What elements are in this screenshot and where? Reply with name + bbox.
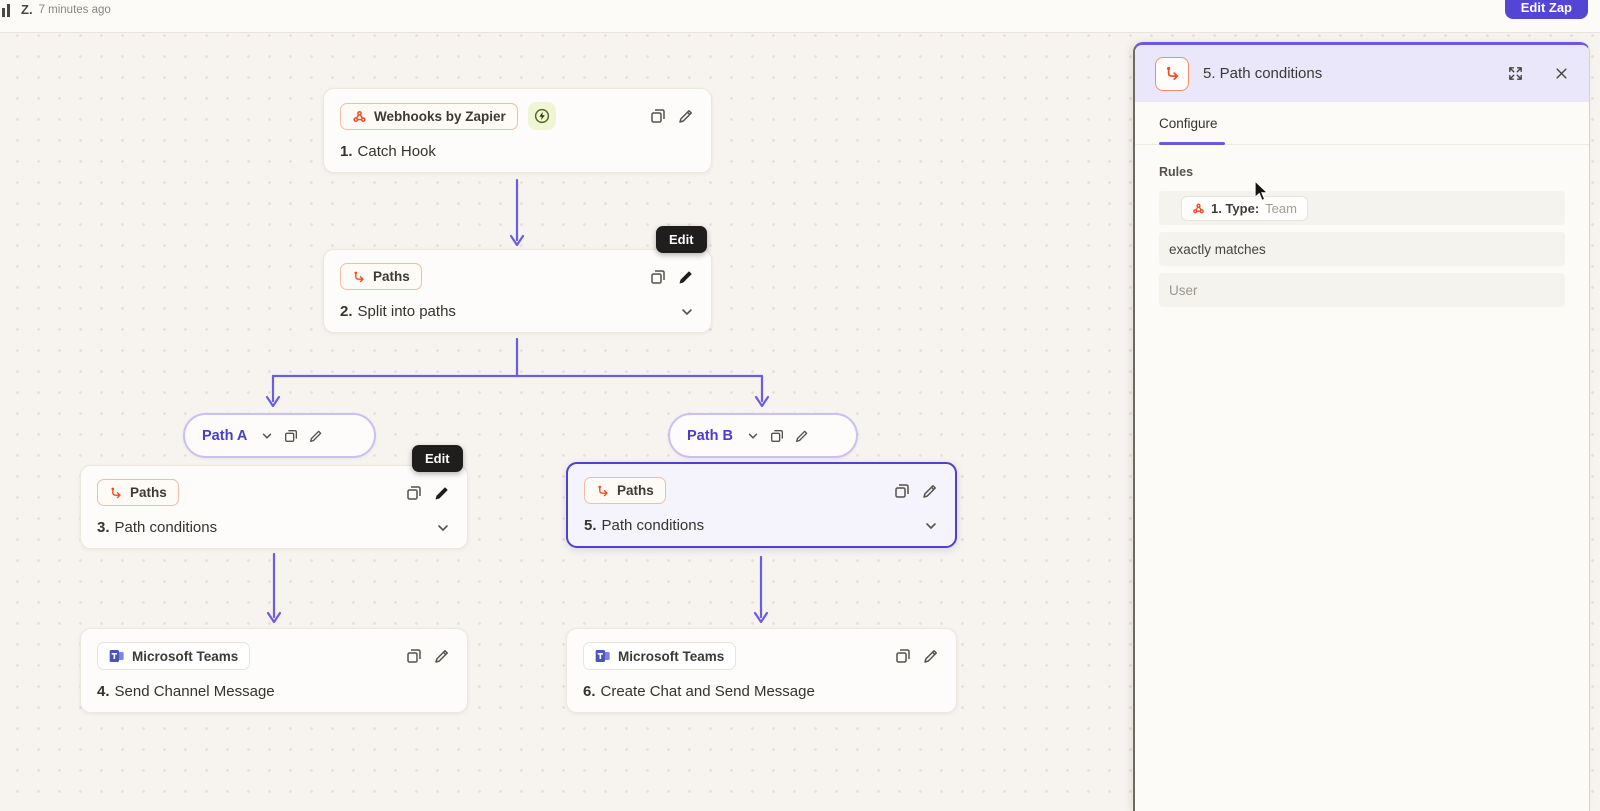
step-title: 3. Path conditions: [97, 519, 451, 536]
step-title: 5. Path conditions: [584, 517, 939, 534]
chevron-down-icon[interactable]: [679, 304, 695, 324]
expand-icon[interactable]: [1507, 65, 1524, 82]
rules-label: Rules: [1159, 165, 1194, 179]
close-icon[interactable]: [1554, 66, 1569, 81]
webhook-icon: [1192, 202, 1205, 215]
chevron-down-icon[interactable]: [260, 429, 274, 443]
zap-editor-screen: Z. 7 minutes ago Edit Zap Webhooks by Za…: [0, 0, 1600, 811]
step-title: 1. Catch Hook: [340, 143, 695, 160]
step-title-text: Create Chat and Send Message: [600, 683, 815, 700]
app-badge-paths[interactable]: Paths: [584, 477, 666, 504]
active-tab-underline: [1159, 142, 1225, 145]
step-number: 5.: [584, 517, 597, 534]
copy-icon[interactable]: [283, 428, 299, 444]
edit-tooltip: Edit: [656, 226, 707, 253]
paths-icon: [352, 270, 366, 284]
step-title-text: Send Channel Message: [114, 683, 275, 700]
step-title: 2. Split into paths: [340, 303, 695, 320]
last-edited-time: 7 minutes ago: [38, 3, 111, 16]
app-badge-label: Microsoft Teams: [132, 648, 239, 664]
step-title: 6. Create Chat and Send Message: [583, 683, 940, 700]
step-node-5-path-conditions[interactable]: Paths 5. Path conditions: [566, 462, 957, 548]
edit-pencil-icon[interactable]: [677, 107, 695, 125]
panel-tabs: Configure: [1135, 102, 1589, 145]
panel-header: 5. Path conditions: [1135, 45, 1589, 102]
edit-tooltip: Edit: [412, 445, 463, 472]
path-b-pill[interactable]: Path B: [668, 413, 858, 458]
edit-pencil-icon[interactable]: [794, 428, 810, 444]
rule-field-label: 1. Type:: [1211, 200, 1260, 216]
app-badge-webhooks[interactable]: Webhooks by Zapier: [340, 102, 518, 130]
chevron-down-icon[interactable]: [923, 518, 939, 538]
paths-icon: [1155, 56, 1189, 91]
rule-operator-row[interactable]: exactly matches: [1159, 232, 1565, 266]
edit-pencil-icon[interactable]: [433, 647, 451, 665]
copy-icon[interactable]: [649, 107, 667, 125]
panel-body: Rules 1. Type: Team exactly matches User: [1135, 145, 1589, 334]
rule-field-value: Team: [1265, 200, 1297, 216]
rule-value-text: User: [1169, 282, 1198, 298]
path-a-pill[interactable]: Path A: [183, 413, 376, 458]
microsoft-teams-icon: [109, 648, 125, 664]
tab-configure[interactable]: Configure: [1159, 116, 1218, 131]
app-badge-label: Microsoft Teams: [618, 648, 725, 664]
topbar: Z. 7 minutes ago Edit Zap: [0, 0, 1600, 33]
step-number: 4.: [97, 683, 110, 700]
chevron-down-icon[interactable]: [435, 520, 451, 540]
rule-field-row[interactable]: 1. Type: Team: [1159, 191, 1565, 225]
rule-operator-text: exactly matches: [1169, 241, 1266, 257]
step-title: 4. Send Channel Message: [97, 683, 451, 700]
rule-field-chip[interactable]: 1. Type: Team: [1181, 195, 1308, 221]
edit-pencil-icon[interactable]: [677, 268, 695, 286]
path-label: Path B: [687, 427, 733, 444]
app-badge-paths[interactable]: Paths: [97, 479, 179, 506]
zap-status: Z. 7 minutes ago: [0, 0, 111, 17]
step-number: 1.: [340, 143, 353, 160]
edit-pencil-icon[interactable]: [921, 482, 939, 500]
copy-icon[interactable]: [769, 428, 785, 444]
paths-icon: [109, 486, 123, 500]
copy-icon[interactable]: [405, 647, 423, 665]
step-number: 3.: [97, 519, 110, 536]
app-badge-label: Paths: [617, 483, 654, 498]
step-title-text: Split into paths: [357, 303, 456, 320]
copy-icon[interactable]: [649, 268, 667, 286]
bar-chart-icon: [2, 3, 15, 17]
app-badge-label: Paths: [130, 485, 167, 500]
paths-icon: [596, 484, 610, 498]
path-label: Path A: [202, 427, 248, 444]
zap-name-fragment: Z.: [21, 2, 33, 17]
step-number: 2.: [340, 303, 353, 320]
step-title-text: Catch Hook: [357, 143, 436, 160]
step-number: 6.: [583, 683, 596, 700]
edit-pencil-icon[interactable]: [308, 428, 324, 444]
copy-icon[interactable]: [893, 482, 911, 500]
app-badge-microsoft-teams[interactable]: Microsoft Teams: [583, 642, 737, 670]
app-badge-microsoft-teams[interactable]: Microsoft Teams: [97, 642, 251, 670]
step-title-text: Path conditions: [601, 517, 705, 534]
edit-pencil-icon[interactable]: [433, 484, 451, 502]
webhook-icon: [352, 109, 367, 124]
copy-icon[interactable]: [894, 647, 912, 665]
instant-trigger-icon: [527, 102, 556, 130]
step-node-3-path-conditions[interactable]: Paths 3. Path conditions: [80, 465, 468, 549]
rule-value-row[interactable]: User: [1159, 273, 1565, 307]
app-badge-paths[interactable]: Paths: [340, 263, 422, 290]
step-title-text: Path conditions: [114, 519, 218, 536]
microsoft-teams-icon: [595, 648, 611, 664]
app-badge-label: Webhooks by Zapier: [374, 108, 506, 124]
step-node-1-catch-hook[interactable]: Webhooks by Zapier 1. Catch Hook: [323, 88, 712, 173]
step-config-panel: 5. Path conditions Configure Rules 1. Ty…: [1133, 42, 1590, 811]
app-badge-label: Paths: [373, 269, 410, 284]
copy-icon[interactable]: [405, 484, 423, 502]
step-node-4-send-channel-message[interactable]: Microsoft Teams 4. Send Channel Message: [80, 628, 468, 713]
edit-pencil-icon[interactable]: [922, 647, 940, 665]
panel-title: 5. Path conditions: [1203, 65, 1323, 82]
chevron-down-icon[interactable]: [746, 429, 760, 443]
step-node-6-create-chat-and-send-message[interactable]: Microsoft Teams 6. Create Chat and Send M…: [566, 628, 957, 713]
step-node-2-split-into-paths[interactable]: Paths 2. Split into paths: [323, 249, 712, 333]
edit-zap-button[interactable]: Edit Zap: [1504, 0, 1588, 19]
